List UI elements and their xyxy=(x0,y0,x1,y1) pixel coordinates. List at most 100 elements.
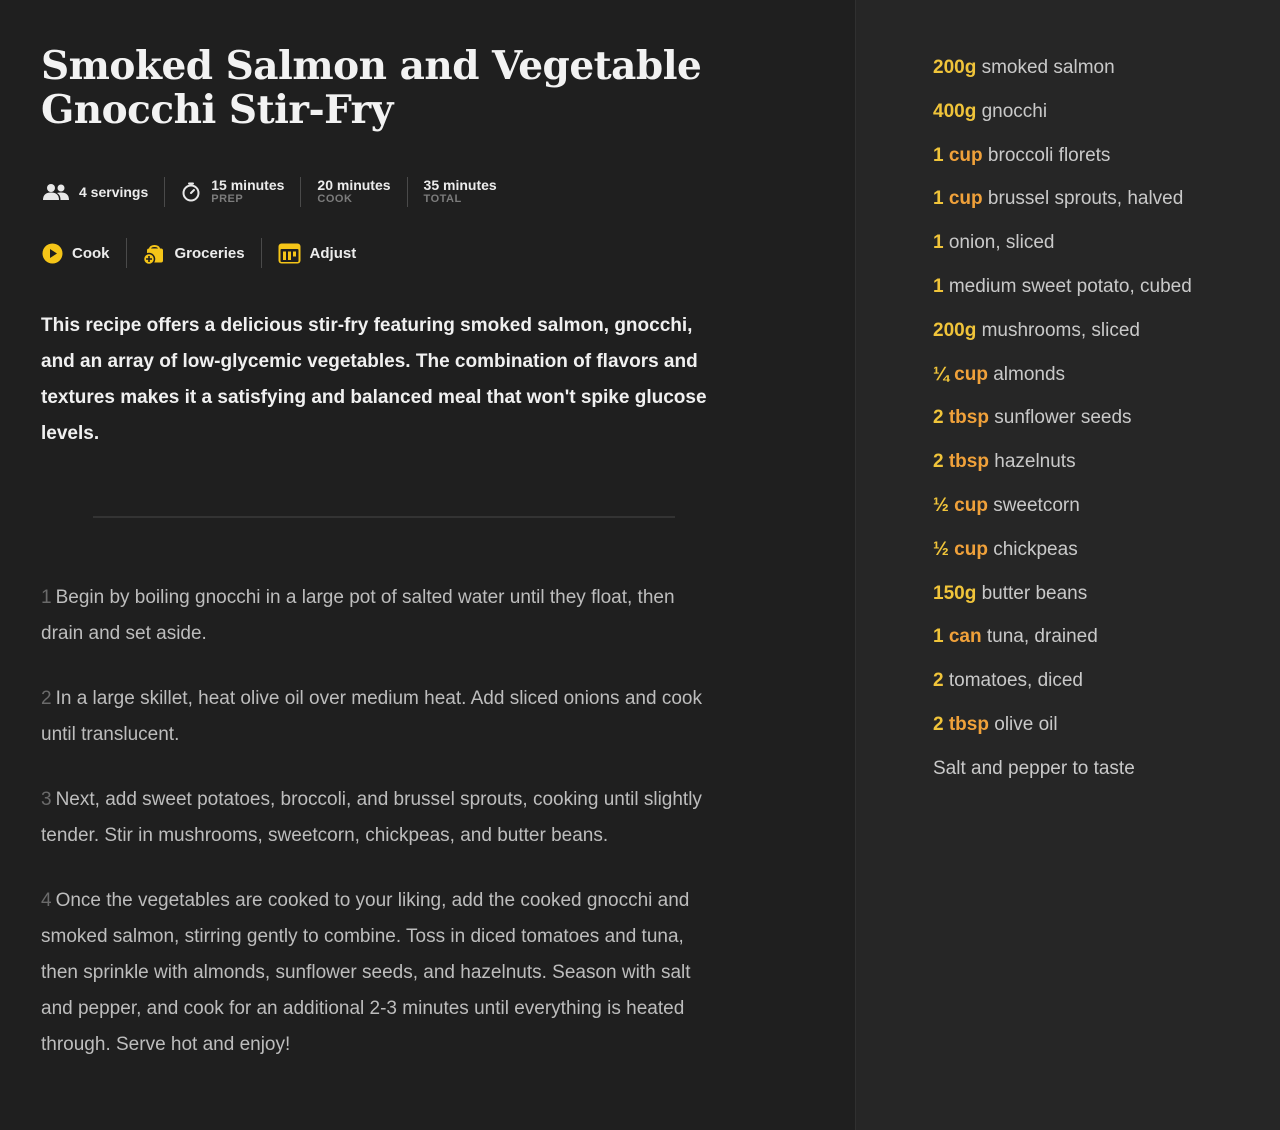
cook-time-label: COOK xyxy=(317,193,353,205)
ingredient-item: 400g gnocchi xyxy=(933,100,1280,144)
step-number: 1 xyxy=(41,587,52,608)
step-text: In a large skillet, heat olive oil over … xyxy=(41,688,702,745)
ingredient-name: chickpeas xyxy=(993,538,1078,560)
ingredient-item: 150g butter beans xyxy=(933,582,1280,626)
ingredient-item: Salt and pepper to taste xyxy=(933,757,1280,801)
servings-info: 4 servings xyxy=(41,176,164,208)
timer-icon xyxy=(181,182,201,202)
ingredient-quantity: 1 xyxy=(933,232,944,254)
prep-time-text: 15 minutes PREP xyxy=(211,178,284,206)
ingredient-quantity: 2 xyxy=(933,451,944,473)
recipe-description: This recipe offers a delicious stir-fry … xyxy=(41,315,707,444)
scale-adjust-icon xyxy=(278,243,301,264)
ingredient-item: 1 cup brussel sprouts, halved xyxy=(933,187,1280,231)
ingredient-name: Salt and pepper to taste xyxy=(933,757,1135,779)
cook-button[interactable]: Cook xyxy=(41,238,126,268)
ingredient-name: medium sweet potato, cubed xyxy=(948,275,1192,297)
ingredient-quantity: 200g xyxy=(933,57,977,78)
cook-time-info: 20 minutes COOK xyxy=(301,176,406,208)
ingredient-quantity: ½ xyxy=(933,538,949,560)
prep-time-info: 15 minutes PREP xyxy=(165,176,300,208)
ingredient-name: tuna, drained xyxy=(986,626,1098,648)
servings-value: 4 servings xyxy=(79,184,149,200)
section-divider xyxy=(93,516,675,518)
ingredient-quantity: 1 xyxy=(933,275,944,297)
ingredient-quantity: 1 xyxy=(933,144,944,166)
ingredient-item: 1 cup broccoli florets xyxy=(933,144,1280,188)
recipe-actions: Cook Groceries Adjust xyxy=(41,238,855,268)
ingredient-unit: cup xyxy=(948,188,983,210)
ingredient-quantity: ½ xyxy=(933,494,949,516)
ingredient-item: 200g smoked salmon xyxy=(933,56,1280,100)
total-time-value: 35 minutes xyxy=(423,177,497,193)
step-text: Once the vegetables are cooked to your l… xyxy=(41,890,691,1055)
ingredient-item: ½ cup sweetcorn xyxy=(933,494,1280,538)
groceries-button-label: Groceries xyxy=(174,244,245,262)
total-time-label: TOTAL xyxy=(423,193,462,205)
ingredient-name: mushrooms, sliced xyxy=(981,319,1140,341)
grocery-bag-icon xyxy=(142,242,166,265)
total-time-text: 35 minutes TOTAL xyxy=(424,178,497,206)
total-time-info: 35 minutes TOTAL xyxy=(408,176,513,208)
ingredient-quantity: 150g xyxy=(933,582,977,604)
step-item: 3 Next, add sweet potatoes, broccoli, and… xyxy=(41,782,721,854)
ingredient-name: tomatoes, diced xyxy=(948,670,1083,692)
recipe-main: Smoked Salmon and Vegetable Gnocchi Stir… xyxy=(0,0,855,1130)
prep-time-label: PREP xyxy=(211,193,244,205)
ingredient-item: 2 tbsp olive oil xyxy=(933,713,1280,757)
ingredient-quantity: 1 xyxy=(933,626,944,648)
step-number: 3 xyxy=(41,789,52,810)
ingredient-name: butter beans xyxy=(981,582,1088,604)
ingredient-item: 1 onion, sliced xyxy=(933,231,1280,275)
ingredient-quantity: 2 xyxy=(933,713,944,735)
ingredient-unit: tbsp xyxy=(948,407,989,429)
step-item: 1 Begin by boiling gnocchi in a large pot… xyxy=(41,580,721,652)
ingredients-list: 200g smoked salmon 400g gnocchi 1 cup broc… xyxy=(933,56,1280,801)
ingredient-unit: tbsp xyxy=(948,713,989,735)
ingredient-name: sunflower seeds xyxy=(994,407,1132,429)
recipe-title: Smoked Salmon and Vegetable Gnocchi Stir… xyxy=(41,43,702,133)
ingredient-name: almonds xyxy=(993,363,1066,385)
ingredient-name: smoked salmon xyxy=(981,57,1115,78)
ingredient-quantity: 1 xyxy=(933,188,944,210)
ingredient-quantity: 2 xyxy=(933,670,944,692)
ingredient-unit: can xyxy=(948,626,982,648)
play-circle-icon xyxy=(42,243,63,264)
ingredient-quantity: 200g xyxy=(933,319,977,341)
adjust-button[interactable]: Adjust xyxy=(262,238,373,268)
recipe-page: Smoked Salmon and Vegetable Gnocchi Stir… xyxy=(0,0,1280,1130)
step-item: 2 In a large skillet, heat olive oil over… xyxy=(41,681,721,753)
people-icon xyxy=(43,183,69,201)
ingredient-name: hazelnuts xyxy=(994,451,1076,473)
cook-time-text: 20 minutes COOK xyxy=(317,178,390,206)
ingredient-item: ½ cup chickpeas xyxy=(933,538,1280,582)
ingredient-item: 2 tbsp sunflower seeds xyxy=(933,406,1280,450)
ingredients-sidebar: 200g smoked salmon 400g gnocchi 1 cup broc… xyxy=(855,0,1280,1130)
ingredient-item: 200g mushrooms, sliced xyxy=(933,319,1280,363)
ingredient-item: 1 medium sweet potato, cubed xyxy=(933,275,1280,319)
step-number: 4 xyxy=(41,890,52,911)
ingredient-name: sweetcorn xyxy=(993,494,1080,516)
adjust-button-label: Adjust xyxy=(309,244,357,262)
ingredient-unit: tbsp xyxy=(948,451,989,473)
ingredient-quantity: 400g xyxy=(933,100,977,122)
ingredient-unit: cup xyxy=(948,144,983,166)
ingredient-item: ¼ cup almonds xyxy=(933,363,1280,407)
ingredient-quantity: ¼ xyxy=(933,363,949,385)
ingredient-name: onion, sliced xyxy=(948,232,1055,254)
cook-time-value: 20 minutes xyxy=(317,177,391,193)
step-text: Begin by boiling gnocchi in a large pot … xyxy=(41,587,675,644)
groceries-button[interactable]: Groceries xyxy=(127,238,261,268)
step-number: 2 xyxy=(41,688,52,709)
ingredient-item: 2 tomatoes, diced xyxy=(933,669,1280,713)
prep-time-value: 15 minutes xyxy=(211,177,285,193)
steps-list: 1 Begin by boiling gnocchi in a large pot… xyxy=(41,580,721,1092)
ingredient-name: olive oil xyxy=(994,713,1058,735)
step-item: 4 Once the vegetables are cooked to your … xyxy=(41,883,721,1063)
ingredient-unit: cup xyxy=(954,494,988,516)
ingredient-item: 1 can tuna, drained xyxy=(933,625,1280,669)
ingredient-item: 2 tbsp hazelnuts xyxy=(933,450,1280,494)
ingredient-name: broccoli florets xyxy=(987,144,1111,166)
ingredient-quantity: 2 xyxy=(933,407,944,429)
ingredient-name: gnocchi xyxy=(981,100,1048,122)
